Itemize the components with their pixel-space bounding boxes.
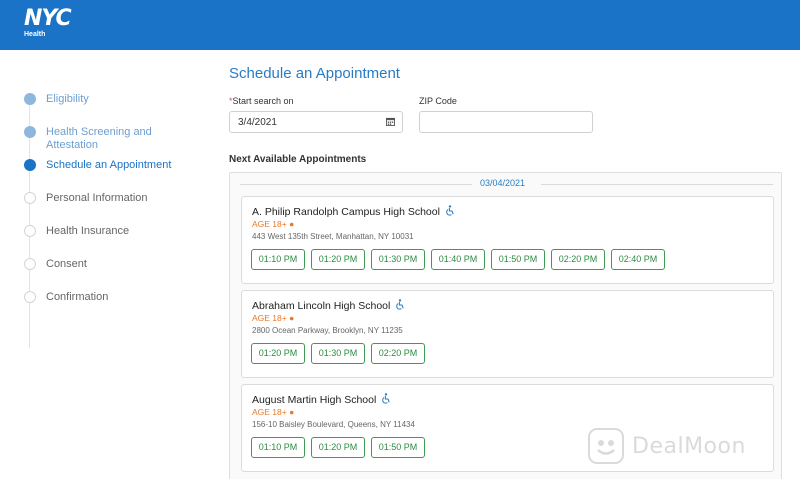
step-label: Confirmation <box>46 291 109 303</box>
step-schedule-appointment[interactable]: Schedule an Appointment <box>24 159 204 172</box>
site-card: A. Philip Randolph Campus High School AG… <box>241 196 774 284</box>
site-name-text: August Martin High School <box>252 394 377 406</box>
logo-mark: NYC <box>24 6 72 31</box>
step-eligibility[interactable]: Eligibility <box>24 93 204 106</box>
time-slot-button[interactable]: 02:20 PM <box>551 249 605 270</box>
top-bar: NYC Health <box>0 0 800 50</box>
age-badge: AGE 18+ ● <box>252 313 295 323</box>
time-slots: 01:10 PM 01:20 PM 01:30 PM 01:40 PM 01:5… <box>251 249 665 270</box>
time-slot-button[interactable]: 01:20 PM <box>311 249 365 270</box>
step-label: Eligibility <box>46 93 89 105</box>
time-slot-button[interactable]: 02:40 PM <box>611 249 665 270</box>
time-slots: 01:20 PM 01:30 PM 02:20 PM <box>251 343 425 364</box>
step-done-dot-icon <box>24 126 36 138</box>
site-card: Abraham Lincoln High School AGE 18+ ● 28… <box>241 290 774 378</box>
age-badge: AGE 18+ ● <box>252 407 295 417</box>
dealmoon-watermark: DealMoon <box>588 426 784 466</box>
watermark-text: DealMoon <box>632 433 746 459</box>
time-slot-button[interactable]: 02:20 PM <box>371 343 425 364</box>
accessibility-icon <box>396 299 405 310</box>
site-address: 443 West 135th Street, Manhattan, NY 100… <box>252 232 414 241</box>
step-health-insurance: Health Insurance <box>24 225 204 238</box>
nyc-health-logo[interactable]: NYC Health <box>24 6 72 39</box>
time-slot-button[interactable]: 01:10 PM <box>251 249 305 270</box>
logo-sub: Health <box>24 31 46 38</box>
time-slot-button[interactable]: 01:30 PM <box>311 343 365 364</box>
site-address: 2800 Ocean Parkway, Brooklyn, NY 11235 <box>252 326 403 335</box>
step-label: Personal Information <box>46 192 148 204</box>
step-label: Health Insurance <box>46 225 130 237</box>
step-active-dot-icon <box>24 159 36 171</box>
divider-line-left <box>240 184 472 185</box>
zip-code-label: ZIP Code <box>419 96 457 106</box>
time-slot-button[interactable]: 01:40 PM <box>431 249 485 270</box>
date-header: 03/04/2021 <box>480 178 526 188</box>
time-slot-button[interactable]: 01:30 PM <box>371 249 425 270</box>
site-name[interactable]: Abraham Lincoln High School <box>252 299 405 312</box>
start-search-label-text: Start search on <box>232 96 294 106</box>
start-search-label: *Start search on <box>229 96 294 106</box>
step-pending-dot-icon <box>24 225 36 237</box>
age-badge: AGE 18+ ● <box>252 219 295 229</box>
time-slot-button[interactable]: 01:10 PM <box>251 437 305 458</box>
accessibility-icon <box>382 393 391 404</box>
calendar-icon[interactable] <box>386 117 395 126</box>
zip-code-input[interactable] <box>419 111 593 133</box>
step-done-dot-icon <box>24 93 36 105</box>
step-label: Health Screening and Attestation <box>46 126 152 151</box>
step-health-screening[interactable]: Health Screening and Attestation <box>24 126 204 152</box>
site-name[interactable]: A. Philip Randolph Campus High School <box>252 205 455 218</box>
site-address: 156-10 Baisley Boulevard, Queens, NY 114… <box>252 420 415 429</box>
step-pending-dot-icon <box>24 291 36 303</box>
time-slot-button[interactable]: 01:20 PM <box>311 437 365 458</box>
date-divider: 03/04/2021 <box>230 173 781 195</box>
accessibility-icon <box>446 205 454 216</box>
step-pending-dot-icon <box>24 192 36 204</box>
time-slots: 01:10 PM 01:20 PM 01:50 PM <box>251 437 425 458</box>
progress-steps: Eligibility Health Screening and Attesta… <box>0 50 215 479</box>
site-name-text: A. Philip Randolph Campus High School <box>252 206 440 218</box>
step-consent: Consent <box>24 258 204 271</box>
time-slot-button[interactable]: 01:50 PM <box>371 437 425 458</box>
page-title: Schedule an Appointment <box>229 65 400 82</box>
time-slot-button[interactable]: 01:50 PM <box>491 249 545 270</box>
dealmoon-logo-icon <box>588 428 624 464</box>
step-label: Consent <box>46 258 87 270</box>
site-name-text: Abraham Lincoln High School <box>252 300 391 312</box>
next-appointments-title: Next Available Appointments <box>229 154 367 165</box>
time-slot-button[interactable]: 01:20 PM <box>251 343 305 364</box>
step-label: Schedule an Appointment <box>46 159 172 171</box>
step-personal-information: Personal Information <box>24 192 204 205</box>
step-confirmation: Confirmation <box>24 291 204 304</box>
start-date-value: 3/4/2021 <box>238 117 277 128</box>
step-pending-dot-icon <box>24 258 36 270</box>
divider-line-right <box>541 184 773 185</box>
start-date-input[interactable]: 3/4/2021 <box>229 111 403 133</box>
site-name[interactable]: August Martin High School <box>252 393 391 406</box>
